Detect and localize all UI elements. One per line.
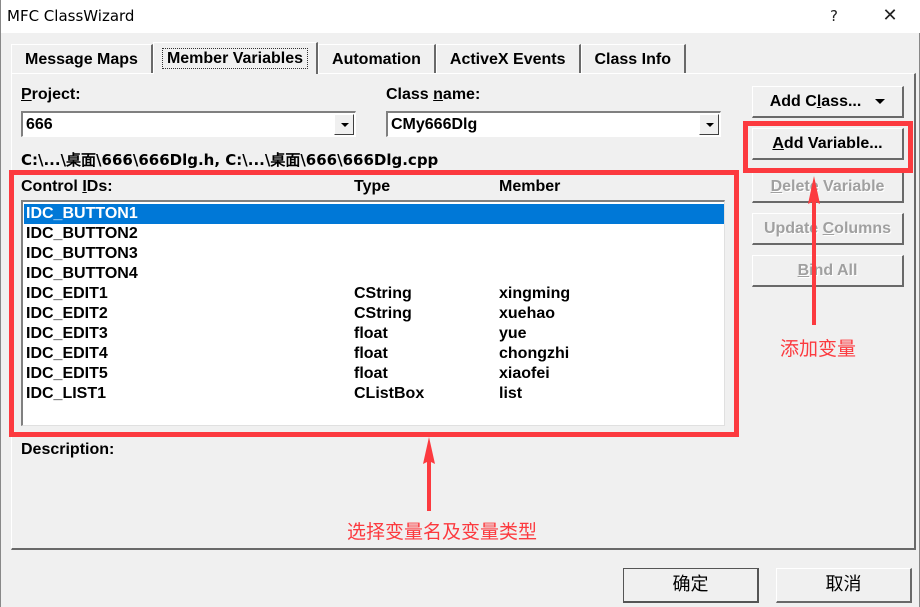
classwizard-dialog: MFC ClassWizard ? ✕ Message Maps Member … <box>0 0 920 607</box>
arrow-to-add-variable <box>808 176 820 325</box>
tab-label: Member Variables <box>161 48 309 69</box>
add-variable-note: 添加变量 <box>780 338 857 360</box>
list-note: 选择变量名及变量类型 <box>347 521 538 543</box>
tab-member-variables[interactable]: Member Variables <box>152 42 319 74</box>
arrow-to-list <box>423 437 435 511</box>
annotation-arrows <box>423 176 820 511</box>
